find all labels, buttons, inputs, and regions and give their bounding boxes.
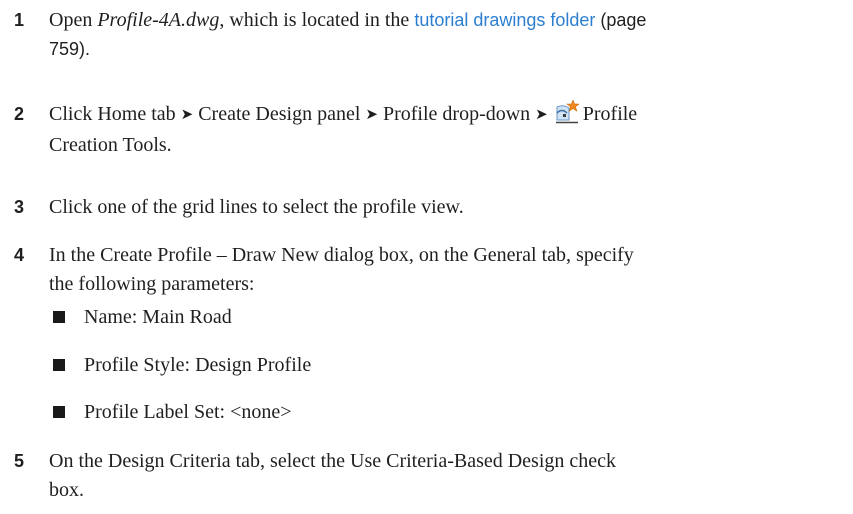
step-line: Open Profile-4A.dwg, which is located in… xyxy=(49,9,647,31)
profile-creation-tools-icon xyxy=(555,99,580,124)
step-line: Click one of the grid lines to select th… xyxy=(49,196,464,218)
bullet-square-icon xyxy=(53,311,65,323)
bullet-square-icon xyxy=(53,359,65,371)
step-text: Click one of the grid lines to select th… xyxy=(49,193,844,222)
step-text: On the Design Criteria tab, select the U… xyxy=(49,447,844,505)
step-line: In the Create Profile – Draw New dialog … xyxy=(49,244,634,266)
breadcrumb-part: Click Home tab xyxy=(49,103,176,125)
filename: Profile-4A.dwg xyxy=(97,9,220,31)
step-number: 4 xyxy=(14,245,25,265)
arrow-icon: ➤ xyxy=(535,107,548,123)
breadcrumb-part: Create Design panel xyxy=(198,103,361,125)
step-number: 5 xyxy=(14,451,25,471)
step-line: Click Home tab ➤ Create Design panel ➤ Profi… xyxy=(49,99,844,131)
step-line: On the Design Criteria tab, select the U… xyxy=(49,450,617,472)
step-number: 3 xyxy=(14,197,25,217)
step-text: In the Create Profile – Draw New dialog … xyxy=(49,241,844,299)
parameter-label-set: Profile Label Set: <none> xyxy=(84,401,292,423)
step-text: Open Profile-4A.dwg, which is located in… xyxy=(49,6,844,64)
parameter-name: Name: Main Road xyxy=(84,306,232,328)
breadcrumb-part: Profile drop-down xyxy=(382,103,531,125)
parameter-profile-style: Profile Style: Design Profile xyxy=(84,354,312,376)
step-line: 759). xyxy=(49,35,844,64)
page-ref: 759). xyxy=(49,39,91,59)
bullet-square-icon xyxy=(53,406,65,418)
step-number: 2 xyxy=(14,104,25,124)
step-number: 1 xyxy=(14,10,25,30)
step-text: Click Home tab ➤ Create Design panel ➤ Profi… xyxy=(49,99,844,160)
step-line: the following parameters: xyxy=(49,273,255,295)
step-line: box. xyxy=(49,479,84,501)
arrow-icon: ➤ xyxy=(180,107,194,123)
tutorial-drawings-folder-link[interactable]: tutorial drawings folder xyxy=(414,10,595,30)
arrow-icon: ➤ xyxy=(365,107,378,123)
step-line: Creation Tools. xyxy=(49,134,172,156)
